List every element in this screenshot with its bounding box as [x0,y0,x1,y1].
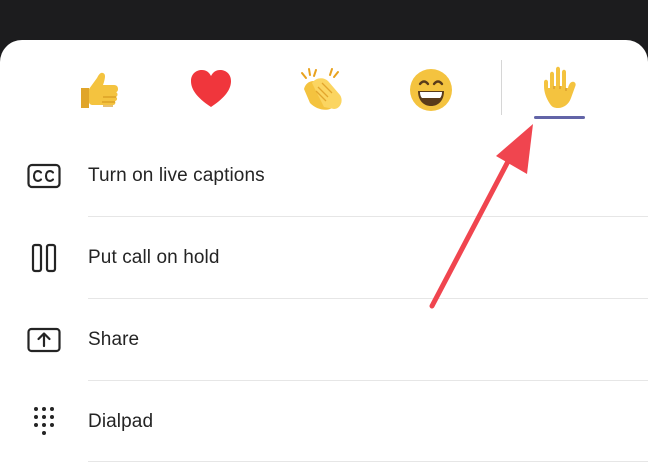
reaction-applause-button[interactable] [291,60,351,120]
reaction-like-button[interactable] [69,60,129,120]
share-menu-item[interactable]: Share [0,299,648,381]
reaction-heart-button[interactable] [181,60,241,120]
call-more-options-sheet: Turn on live captions Put call on hold S… [0,40,648,467]
live-captions-menu-item[interactable]: Turn on live captions [0,135,648,217]
reactions-divider [501,60,502,115]
hold-call-menu-item[interactable]: Put call on hold [0,217,648,299]
raise-hand-button[interactable] [530,58,590,118]
thumbs-up-icon [81,72,118,108]
laughing-face-icon [410,69,452,111]
raise-hand-selected-indicator [534,116,585,119]
dialpad-menu-item[interactable]: Dialpad [0,381,648,463]
share-screen-icon [26,322,62,358]
closed-captions-icon [26,158,62,194]
reactions-bar [0,40,648,140]
clapping-hands-icon [301,68,342,110]
live-captions-label: Turn on live captions [88,165,265,186]
dialpad-label: Dialpad [88,411,154,432]
heart-icon [191,70,231,107]
pause-icon [26,240,62,276]
raised-hand-icon [544,66,576,108]
hold-call-label: Put call on hold [88,247,220,268]
dialpad-icon [26,404,62,440]
menu-divider [88,461,648,462]
reaction-laugh-button[interactable] [401,60,461,120]
share-label: Share [88,329,140,350]
